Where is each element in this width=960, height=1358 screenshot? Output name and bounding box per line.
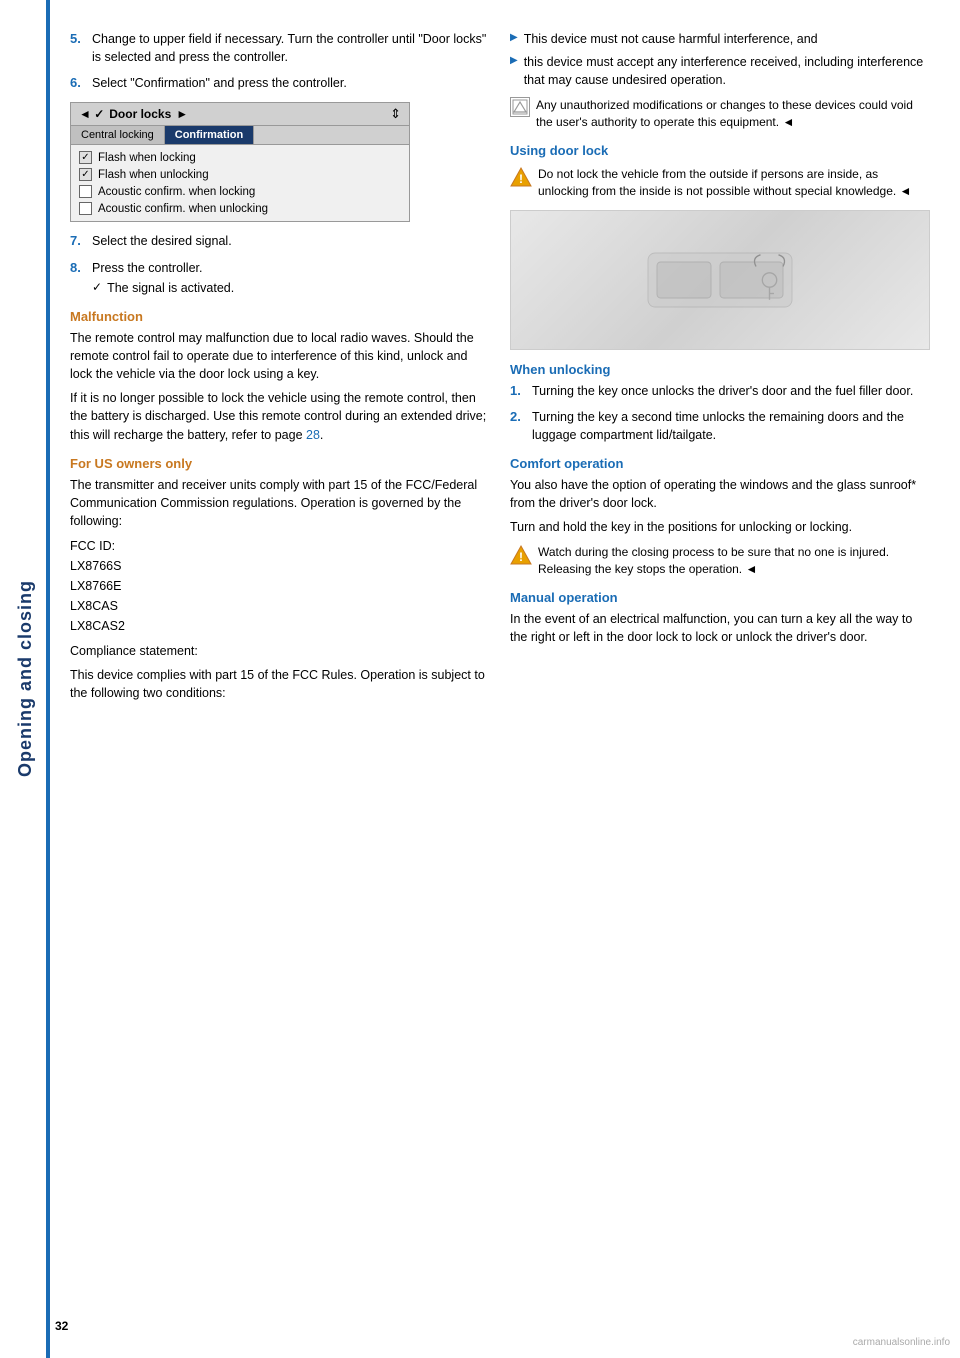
note-icon xyxy=(510,97,530,117)
step-5: 5. Change to upper field if necessary. T… xyxy=(70,30,490,66)
tab-central-locking: Central locking xyxy=(71,126,165,144)
option-acoustic-locking: Acoustic confirm. when locking xyxy=(79,183,401,200)
step-7-number: 7. xyxy=(70,232,86,250)
unlock-step-2-number: 2. xyxy=(510,408,526,444)
warning-box-1: ! Do not lock the vehicle from the outsi… xyxy=(510,166,930,200)
malfunction-text1: The remote control may malfunction due t… xyxy=(70,329,490,383)
malfunction-heading: Malfunction xyxy=(70,309,490,324)
bullet-item-1: ▶ This device must not cause harmful int… xyxy=(510,30,930,48)
step-8: 8. Press the controller. ✓ The signal is… xyxy=(70,259,490,297)
checkbox-acoustic-unlocking xyxy=(79,202,92,215)
option-flash-unlocking: ✓ Flash when unlocking xyxy=(79,166,401,183)
note-text: Any unauthorized modifications or change… xyxy=(536,97,930,131)
door-locks-header: ◄ ✓ Door locks ► ⇕ xyxy=(71,103,409,126)
page-number: 32 xyxy=(55,1319,68,1333)
door-locks-options: ✓ Flash when locking ✓ Flash when unlock… xyxy=(71,145,409,221)
option-flash-locking: ✓ Flash when locking xyxy=(79,149,401,166)
left-column: 5. Change to upper field if necessary. T… xyxy=(70,30,490,1328)
main-content: 5. Change to upper field if necessary. T… xyxy=(50,0,960,1358)
checkbox-flash-locking: ✓ xyxy=(79,151,92,164)
compliance-heading: Compliance statement: xyxy=(70,642,490,660)
using-door-lock-heading: Using door lock xyxy=(510,143,930,158)
compliance-text: This device complies with part 15 of the… xyxy=(70,666,490,702)
step-7: 7. Select the desired signal. xyxy=(70,232,490,250)
step-6: 6. Select "Confirmation" and press the c… xyxy=(70,74,490,92)
bullet-text-1: This device must not cause harmful inter… xyxy=(524,30,818,48)
step-7-text: Select the desired signal. xyxy=(92,232,232,250)
step-5-number: 5. xyxy=(70,30,86,66)
comfort-operation-heading: Comfort operation xyxy=(510,456,930,471)
step-8-sub: The signal is activated. xyxy=(107,279,234,297)
svg-text:!: ! xyxy=(519,550,523,564)
door-locks-title: ◄ ✓ Door locks ► xyxy=(79,107,188,121)
page-link-28[interactable]: 28 xyxy=(306,428,320,442)
manual-operation-heading: Manual operation xyxy=(510,590,930,605)
chapter-title: Opening and closing xyxy=(15,580,36,777)
bullet-item-2: ▶ this device must accept any interferen… xyxy=(510,53,930,89)
bullet-text-2: this device must accept any interference… xyxy=(524,53,930,89)
unlock-step-2-text: Turning the key a second time unlocks th… xyxy=(532,408,930,444)
manual-text: In the event of an electrical malfunctio… xyxy=(510,610,930,646)
comfort-warning-text: Watch during the closing process to be s… xyxy=(538,544,930,578)
comfort-text1: You also have the option of operating th… xyxy=(510,476,930,512)
warning-box-2: ! Watch during the closing process to be… xyxy=(510,544,930,578)
checkbox-flash-unlocking: ✓ xyxy=(79,168,92,181)
unlock-step-1-text: Turning the key once unlocks the driver'… xyxy=(532,382,913,400)
door-locks-ui: ◄ ✓ Door locks ► ⇕ Central locking Confi… xyxy=(70,102,410,222)
bullet-triangle-1: ▶ xyxy=(510,32,518,43)
sidebar: Opening and closing xyxy=(0,0,50,1358)
for-us-owners-text: The transmitter and receiver units compl… xyxy=(70,476,490,530)
warning-text-1: Do not lock the vehicle from the outside… xyxy=(538,166,930,200)
checkbox-acoustic-locking xyxy=(79,185,92,198)
option-acoustic-unlocking: Acoustic confirm. when unlocking xyxy=(79,200,401,217)
bullet-triangle-2: ▶ xyxy=(510,55,518,66)
when-unlocking-heading: When unlocking xyxy=(510,362,930,377)
unlock-step-1: 1. Turning the key once unlocks the driv… xyxy=(510,382,930,400)
for-us-owners-heading: For US owners only xyxy=(70,456,490,471)
step-8-number: 8. xyxy=(70,259,86,297)
right-column: ▶ This device must not cause harmful int… xyxy=(510,30,930,1328)
sidebar-blue-bar xyxy=(46,0,50,1358)
warning-icon-2: ! xyxy=(510,544,532,566)
note-box: Any unauthorized modifications or change… xyxy=(510,97,930,131)
door-locks-tabs: Central locking Confirmation xyxy=(71,126,409,145)
door-locks-title-text: Door locks xyxy=(109,107,171,121)
comfort-text2: Turn and hold the key in the positions f… xyxy=(510,518,930,536)
step-6-number: 6. xyxy=(70,74,86,92)
svg-text:!: ! xyxy=(519,172,523,186)
tab-confirmation: Confirmation xyxy=(165,126,254,144)
step-8-text: Press the controller. xyxy=(92,261,202,275)
unlock-step-2: 2. Turning the key a second time unlocks… xyxy=(510,408,930,444)
step-6-text: Select "Confirmation" and press the cont… xyxy=(92,74,347,92)
car-image xyxy=(510,210,930,350)
watermark: carmanualsonline.info xyxy=(853,1337,950,1348)
malfunction-text2: If it is no longer possible to lock the … xyxy=(70,389,490,443)
unlock-step-1-number: 1. xyxy=(510,382,526,400)
warning-icon-1: ! xyxy=(510,166,532,188)
fcc-ids: FCC ID:LX8766SLX8766ELX8CASLX8CAS2 xyxy=(70,536,490,636)
step-5-text: Change to upper field if necessary. Turn… xyxy=(92,30,490,66)
